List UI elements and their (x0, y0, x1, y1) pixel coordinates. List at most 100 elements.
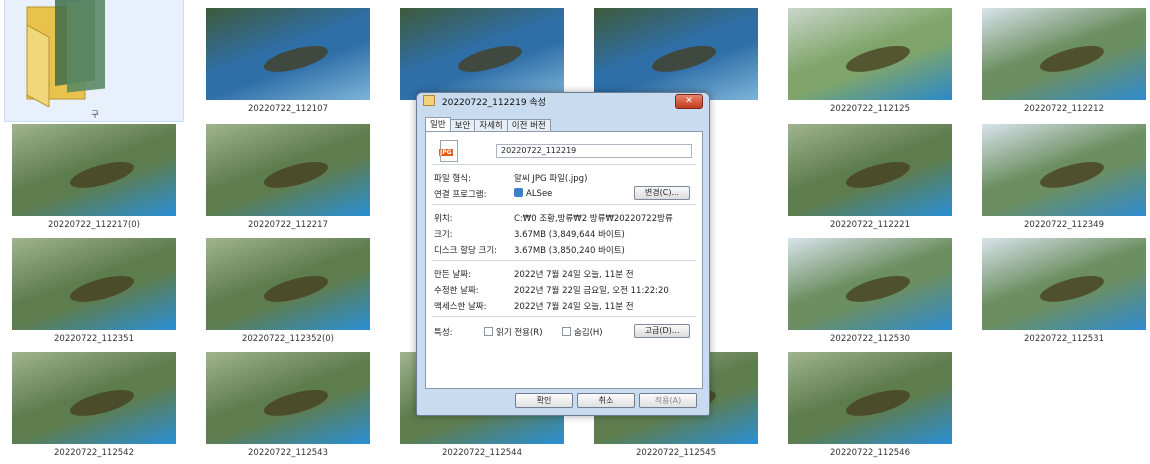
file-name: 20220722_112217 (248, 220, 328, 230)
photo-thumbnail (982, 124, 1146, 216)
fish-shape (843, 157, 913, 194)
fish-shape (261, 157, 331, 194)
disk-size-value: 3.67MB (3,850,240 바이트) (514, 246, 625, 256)
file-thumbnail[interactable]: 20220722_112125 (780, 8, 960, 120)
fish-shape (261, 271, 331, 308)
created-label: 만든 날짜: (434, 270, 471, 280)
file-thumbnail[interactable]: 20220722_112212 (974, 8, 1150, 120)
tab-bar: 일반 보안 자세히 이전 버전 (425, 117, 551, 133)
dialog-title: 20220722_112219 속성 (441, 98, 546, 108)
location-label: 위치: (434, 214, 453, 224)
fish-shape (67, 157, 137, 194)
file-name: 20220722_112546 (830, 448, 910, 458)
file-thumbnail[interactable]: 20220722_112543 (198, 352, 378, 464)
file-name: 20220722_112543 (248, 448, 328, 458)
file-name: 20220722_112531 (1024, 334, 1104, 344)
fish-shape (1037, 157, 1107, 194)
size-label: 크기: (434, 230, 453, 240)
close-button[interactable]: ✕ (675, 94, 703, 109)
file-name: 20220722_112545 (636, 448, 716, 458)
file-name: 20220722_112107 (248, 104, 328, 114)
file-thumbnail[interactable]: 20220722_112546 (780, 352, 960, 464)
hidden-checkbox[interactable] (561, 327, 571, 336)
file-thumbnail[interactable]: 20220722_112107 (198, 8, 378, 120)
photo-thumbnail (788, 8, 952, 100)
photo-thumbnail (400, 8, 564, 100)
created-value: 2022년 7월 24일 오늘, 11분 전 (514, 270, 634, 280)
fish-shape (843, 385, 913, 422)
photo-thumbnail (982, 238, 1146, 330)
file-name: 20220722_112221 (830, 220, 910, 230)
open-with-value: ALSee (526, 189, 553, 199)
photo-thumbnail (206, 8, 370, 100)
photo-thumbnail (206, 124, 370, 216)
file-thumbnail[interactable]: 20220722_112217 (198, 124, 378, 236)
photo-thumbnail (788, 124, 952, 216)
fish-shape (1037, 41, 1107, 78)
file-thumbnail[interactable]: 20220722_112351 (4, 238, 184, 350)
photo-thumbnail (594, 8, 758, 100)
hidden-label: 숨김(H) (573, 328, 603, 338)
fish-shape (261, 385, 331, 422)
photo-thumbnail (206, 238, 370, 330)
photo-thumbnail (12, 238, 176, 330)
file-thumbnail[interactable]: 20220722_112221 (780, 124, 960, 236)
file-name: 20220722_112125 (830, 104, 910, 114)
photo-thumbnail (206, 352, 370, 444)
fish-shape (455, 41, 525, 78)
file-thumbnail[interactable]: 20220722_112349 (974, 124, 1150, 236)
alsee-icon (514, 188, 523, 197)
file-thumbnail[interactable]: 20220722_112352(0) (198, 238, 378, 350)
fish-shape (67, 385, 137, 422)
filename-field[interactable]: 20220722_112219 (496, 144, 692, 158)
photo-thumbnail (982, 8, 1146, 100)
properties-dialog[interactable]: 20220722_112219 속성 ✕ 일반 보안 자세히 이전 버전 JPG 20… (416, 92, 710, 416)
fish-shape (67, 271, 137, 308)
file-name: 20220722_112212 (1024, 104, 1104, 114)
file-type-label: 파일 형식: (434, 174, 471, 184)
readonly-checkbox[interactable] (484, 327, 493, 336)
fish-shape (843, 41, 913, 78)
attributes-label: 특성: (434, 328, 453, 338)
readonly-label: 읽기 전용(R) (496, 328, 543, 338)
file-name: 20220722_112349 (1024, 220, 1104, 230)
jpg-file-icon: JPG (439, 140, 458, 162)
change-button[interactable]: 변경(C)... (634, 186, 690, 200)
accessed-value: 2022년 7월 24일 오늘, 11분 전 (514, 302, 634, 312)
photo-thumbnail (12, 124, 176, 216)
file-thumbnail[interactable]: 20220722_112530 (780, 238, 960, 350)
file-thumbnail[interactable]: 20220722_112217(0) (4, 124, 184, 236)
folder-tile[interactable]: 구 (4, 0, 184, 122)
fish-shape (1037, 271, 1107, 308)
open-with-label: 연결 프로그램: (434, 190, 487, 200)
file-name: 20220722_112351 (54, 334, 134, 344)
modified-value: 2022년 7월 22일 금요일, 오전 11:22:20 (514, 286, 669, 296)
photo-thumbnail (12, 352, 176, 444)
file-name: 20220722_112352(0) (241, 334, 334, 344)
size-value: 3.67MB (3,849,644 바이트) (514, 230, 625, 240)
accessed-label: 액세스한 날짜: (434, 302, 487, 312)
fish-shape (649, 41, 719, 78)
file-thumbnail[interactable]: 20220722_112542 (4, 352, 184, 464)
general-panel: JPG 20220722_112219 파일 형식: 알씨 JPG 파일(.jp… (425, 131, 703, 389)
file-type-value: 알씨 JPG 파일(.jpg) (514, 174, 588, 184)
apply-button[interactable]: 적용(A) (639, 393, 697, 408)
photo-thumbnail (788, 352, 952, 444)
folder-label: 구 (91, 110, 99, 120)
file-name: 20220722_112544 (442, 448, 522, 458)
ok-button[interactable]: 확인 (515, 393, 573, 408)
fish-shape (261, 41, 331, 78)
modified-label: 수정한 날짜: (434, 286, 479, 296)
file-name: 20220722_112542 (54, 448, 134, 458)
file-thumbnail[interactable]: 20220722_112531 (974, 238, 1150, 350)
advanced-button[interactable]: 고급(D)... (634, 324, 690, 338)
file-icon (423, 95, 435, 106)
file-name: 20220722_112217(0) (47, 220, 140, 230)
disk-size-label: 디스크 할당 크기: (434, 246, 498, 256)
fish-shape (843, 271, 913, 308)
file-name: 20220722_112530 (830, 334, 910, 344)
photo-thumbnail (788, 238, 952, 330)
cancel-button[interactable]: 취소 (577, 393, 635, 408)
location-value: C:₩0 조황,방류₩2 방류₩20220722방류 (514, 214, 673, 224)
folder-icon (26, 0, 105, 107)
